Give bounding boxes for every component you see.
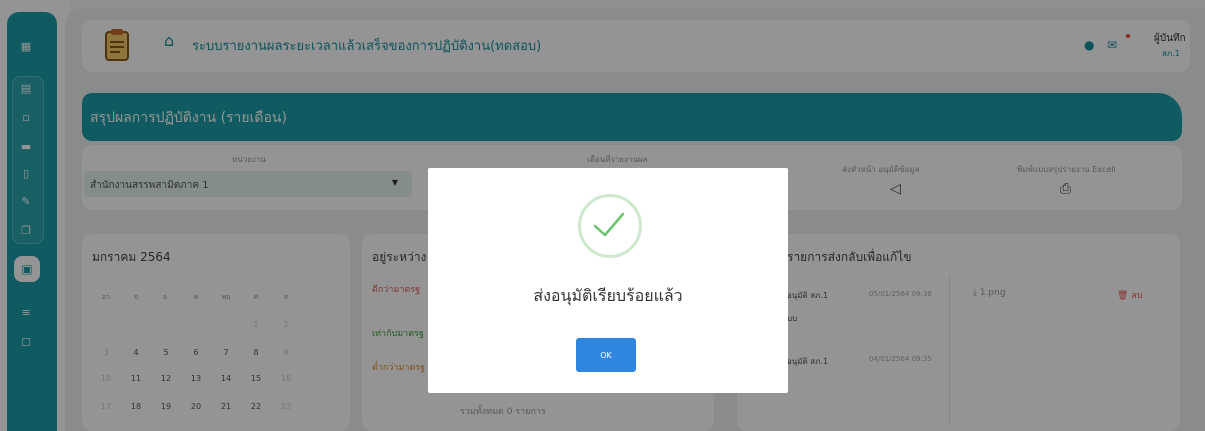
check-icon bbox=[593, 212, 625, 237]
success-dialog: ส่งอนุมัติเรียบร้อยแล้ว OK bbox=[428, 168, 788, 393]
dialog-message: ส่งอนุมัติเรียบร้อยแล้ว bbox=[533, 286, 683, 305]
ok-button[interactable]: OK bbox=[576, 338, 636, 372]
